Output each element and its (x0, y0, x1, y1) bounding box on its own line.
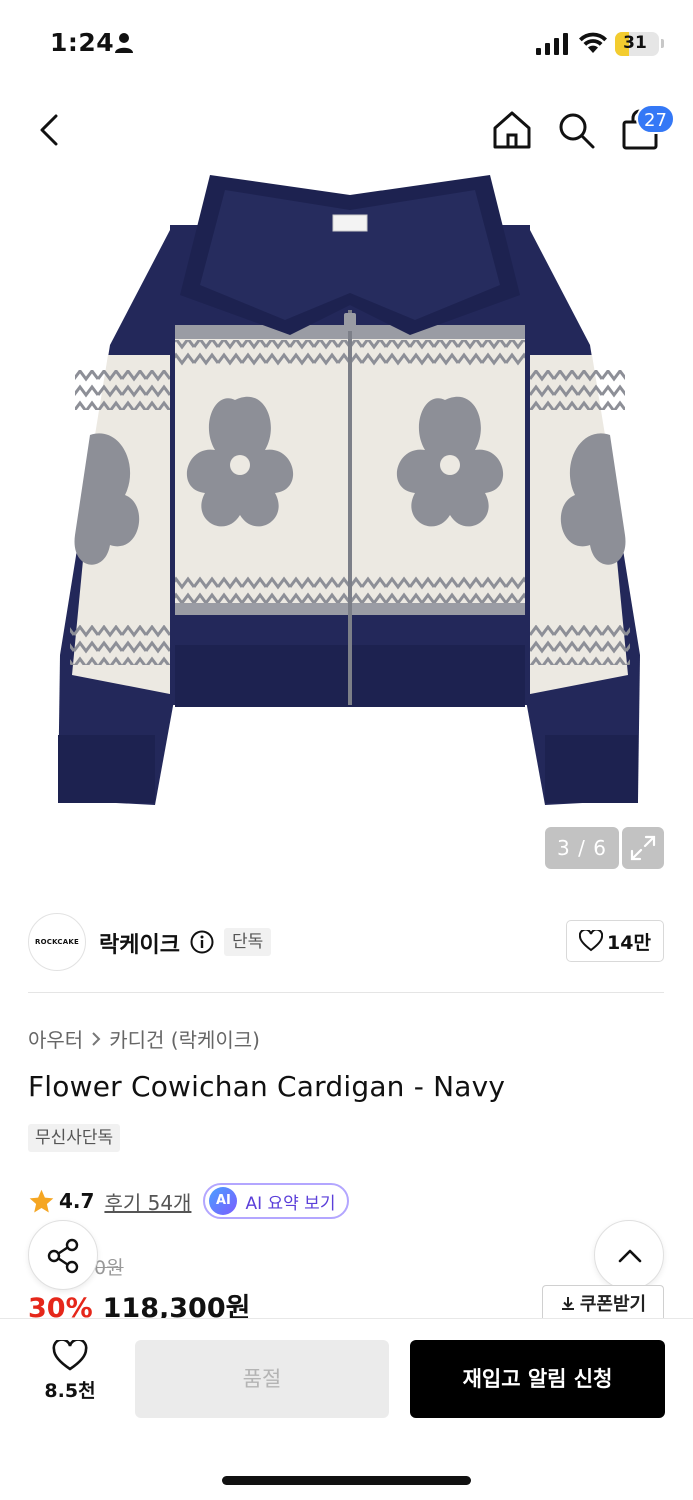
star-icon (29, 1189, 54, 1213)
price-row: 30% 118,300원 (28, 1286, 250, 1320)
home-button[interactable] (490, 108, 534, 152)
rating-row: 4.7 후기 54개 AI AI 요약 보기 (28, 1183, 350, 1219)
heart-icon (52, 1340, 88, 1371)
brand-logo[interactable]: ROCKCAKE (28, 913, 86, 971)
status-bar: 1:24 31 (0, 0, 693, 90)
sale-price: 118,300원 (102, 1293, 251, 1320)
signal-icon (536, 33, 568, 55)
brand-exclusive-tag: 단독 (224, 928, 272, 956)
rating-value: 4.7 (59, 1189, 95, 1213)
restock-alert-button[interactable]: 재입고 알림 신청 (410, 1340, 665, 1418)
chevron-up-icon (618, 1249, 642, 1263)
brand-like-count: 14만 (607, 931, 651, 954)
image-counter: 3 / 6 (545, 827, 619, 869)
wish-button[interactable]: 8.5천 (30, 1340, 110, 1418)
battery-nub (661, 39, 664, 48)
wifi-icon (579, 32, 607, 53)
ai-badge-icon: AI (209, 1187, 238, 1215)
soldout-button: 품절 (135, 1340, 389, 1418)
battery-percent: 31 (623, 33, 647, 53)
coupon-label: 쿠폰받기 (579, 1293, 647, 1315)
download-icon (561, 1296, 574, 1310)
status-time: 1:24 (50, 28, 115, 57)
cart-count-badge: 27 (636, 104, 675, 134)
product-image[interactable] (50, 175, 650, 815)
brand-name[interactable]: 락케이크 (99, 927, 180, 959)
battery-indicator: 31 (615, 32, 659, 56)
breadcrumb-subcategory[interactable]: 카디건 (락케이크) (109, 1024, 260, 1053)
info-icon[interactable] (190, 930, 214, 954)
ai-summary-label: AI 요약 보기 (245, 1193, 336, 1214)
coupon-button[interactable]: 쿠폰받기 (542, 1285, 664, 1319)
review-link[interactable]: 후기 54개 (104, 1187, 191, 1216)
breadcrumb: 아우터 카디건 (락케이크) (28, 1024, 260, 1053)
wish-count: 8.5천 (44, 1380, 96, 1402)
share-icon (47, 1238, 79, 1274)
discount-rate: 30% (28, 1293, 93, 1320)
breadcrumb-category[interactable]: 아우터 (28, 1024, 83, 1053)
home-indicator (222, 1476, 471, 1485)
divider (28, 992, 664, 993)
heart-icon (579, 930, 604, 952)
search-button[interactable] (556, 110, 596, 150)
expand-image-button[interactable] (622, 827, 664, 869)
share-button[interactable] (28, 1220, 98, 1290)
brand-like-button[interactable]: 14만 (566, 920, 664, 962)
musinsa-exclusive-tag: 무신사단독 (28, 1124, 121, 1152)
person-icon (115, 33, 133, 53)
product-title: Flower Cowichan Cardigan - Navy (28, 1070, 506, 1103)
back-button[interactable] (34, 110, 68, 150)
ai-summary-button[interactable]: AI AI 요약 보기 (203, 1183, 350, 1219)
chevron-right-icon (92, 1031, 101, 1046)
scroll-top-button[interactable] (594, 1220, 664, 1290)
brand-logo-text: ROCKCAKE (35, 938, 79, 946)
